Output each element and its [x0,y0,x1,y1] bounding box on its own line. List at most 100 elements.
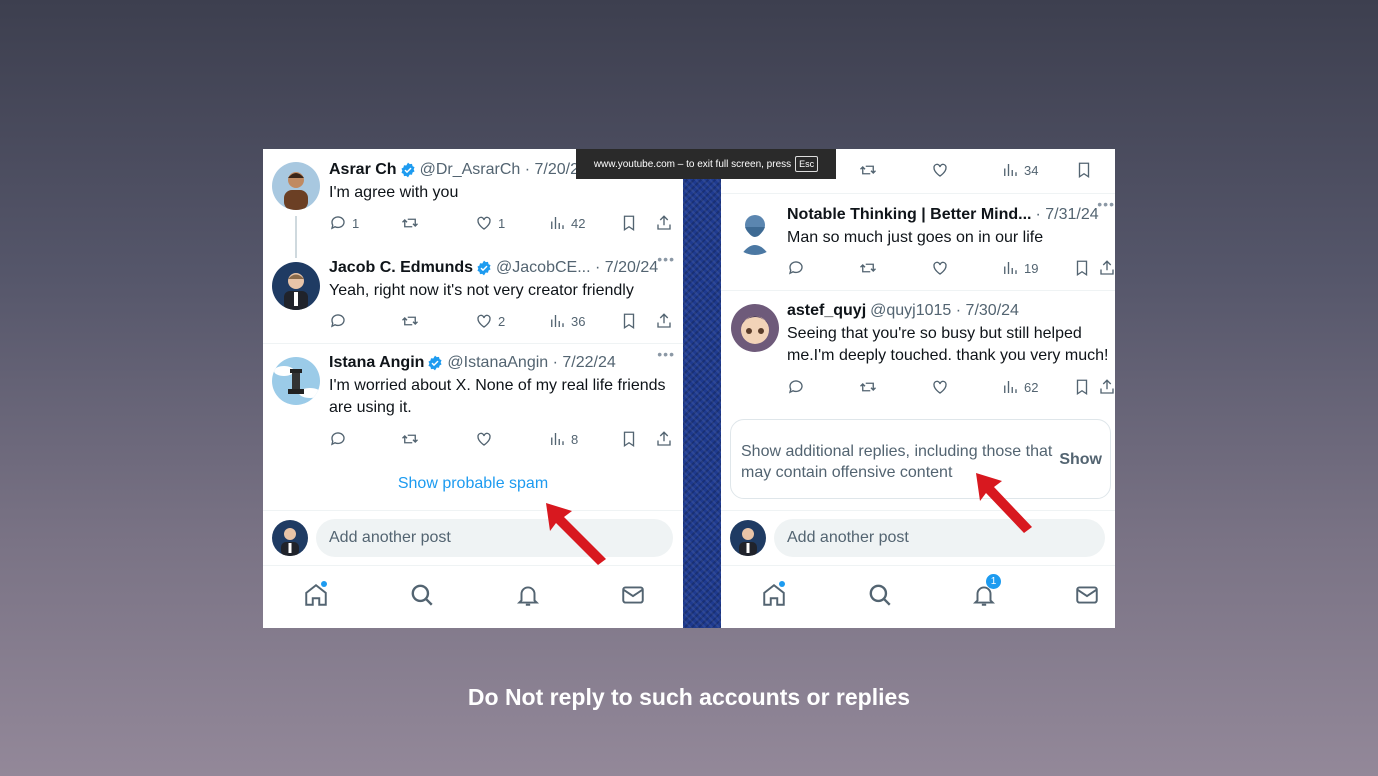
reply-button[interactable]: 1 [329,214,359,232]
bookmark-icon [1078,162,1090,179]
author-name[interactable]: Asrar Ch [329,159,397,181]
show-probable-spam-link[interactable]: Show probable spam [263,475,683,493]
repost-button[interactable] [401,430,419,448]
bookmark-icon [1076,260,1088,277]
bell-icon[interactable] [515,582,541,608]
like-button[interactable]: 1 [475,214,505,232]
home-notification-dot [779,581,785,587]
author-name[interactable]: Istana Angin [329,352,424,374]
tweet-text: Seeing that you're so busy but still hel… [787,325,1109,364]
author-name[interactable]: Jacob C. Edmunds [329,257,473,279]
views-icon [551,315,564,327]
views-button[interactable]: 8 [548,430,578,448]
author-handle[interactable]: @IstanaAngin · 7/22/24 [447,352,615,374]
compose-bar: Add another post [721,510,1115,565]
share-icon [1100,379,1114,394]
verified-icon [400,162,416,178]
mail-icon[interactable] [1074,582,1100,608]
avatar[interactable] [272,162,320,210]
author-handle[interactable]: @Dr_AsrarCh · 7/20/24 [420,159,588,181]
view-count: 36 [571,313,586,329]
reply-button[interactable] [787,259,805,277]
author-name[interactable]: Notable Thinking | Better Mind... [787,204,1031,226]
reply-count: 1 [352,215,360,231]
repost-icon [860,382,876,392]
views-icon [1004,381,1017,393]
more-options-icon[interactable]: ••• [657,251,675,267]
more-options-icon[interactable]: ••• [657,346,675,362]
views-icon [1004,262,1017,274]
bookmark-button[interactable] [1075,161,1093,179]
bookmark-button[interactable] [620,312,638,330]
verified-icon [476,260,492,276]
repost-icon [860,263,876,273]
bookmark-icon [1076,379,1088,396]
search-icon[interactable] [867,582,893,608]
like-count: 1 [498,215,506,231]
views-button[interactable]: 36 [548,312,585,330]
avatar[interactable] [731,304,779,352]
repost-button[interactable] [401,312,419,330]
avatar[interactable] [272,357,320,405]
share-button[interactable] [655,214,673,232]
bookmark-button[interactable] [1073,259,1091,277]
add-post-input[interactable]: Add another post [316,519,673,557]
views-button[interactable]: 62 [1001,378,1038,396]
bottom-nav [263,565,683,628]
my-avatar[interactable] [272,520,308,556]
author-handle[interactable]: · 7/31/24 [1035,204,1098,226]
bookmark-button[interactable] [1073,378,1091,396]
thread-line [295,216,297,258]
author-handle[interactable]: @JacobCE... · 7/20/24 [496,257,658,279]
add-post-input[interactable]: Add another post [774,519,1105,557]
mail-icon[interactable] [620,582,646,608]
reply-button[interactable] [329,430,347,448]
share-button[interactable] [655,312,673,330]
repost-button[interactable] [401,214,419,232]
reply-icon [330,432,345,446]
repost-icon [860,165,876,175]
additional-replies-card[interactable]: Show additional replies, including those… [730,419,1111,499]
like-button[interactable] [475,430,493,448]
views-button[interactable]: 42 [548,214,585,232]
my-avatar[interactable] [730,520,766,556]
views-button[interactable]: 34 [1001,161,1038,179]
more-options-icon[interactable]: ••• [1097,196,1115,212]
like-button[interactable] [931,161,949,179]
repost-button[interactable] [859,378,877,396]
author-handle[interactable]: @quyj1015 · 7/30/24 [870,300,1019,322]
reply-icon [330,216,345,230]
like-button[interactable] [931,259,949,277]
share-button[interactable] [1098,259,1115,277]
share-icon [657,313,671,328]
share-button[interactable] [1098,378,1115,396]
share-button[interactable] [655,430,673,448]
home-notification-dot [321,581,327,587]
like-button[interactable] [931,378,949,396]
tweet-text: I'm agree with you [329,184,459,201]
bookmark-icon [623,313,635,330]
repost-button[interactable] [859,259,877,277]
search-icon[interactable] [409,582,435,608]
bookmark-button[interactable] [620,430,638,448]
reply-icon [330,314,345,328]
screenshot-frame: Asrar Ch @Dr_AsrarCh · 7/20/24 I'm agree… [263,149,1115,628]
panel-divider [683,149,721,628]
like-button[interactable]: 2 [475,312,505,330]
views-icon [1004,164,1017,176]
view-count: 8 [571,431,579,447]
tweet-text: Yeah, right now it's not very creator fr… [329,282,634,299]
repost-icon [402,434,418,444]
share-icon [1100,260,1114,275]
reply-button[interactable] [787,378,805,396]
bookmark-button[interactable] [620,214,638,232]
share-icon [657,431,671,446]
avatar[interactable] [731,207,779,255]
repost-button[interactable] [859,161,877,179]
esc-key: Esc [795,156,819,172]
avatar[interactable] [272,262,320,310]
views-button[interactable]: 19 [1001,259,1038,277]
reply-button[interactable] [329,312,347,330]
author-name[interactable]: astef_quyj [787,300,866,322]
show-replies-button[interactable]: Show [1059,451,1102,469]
